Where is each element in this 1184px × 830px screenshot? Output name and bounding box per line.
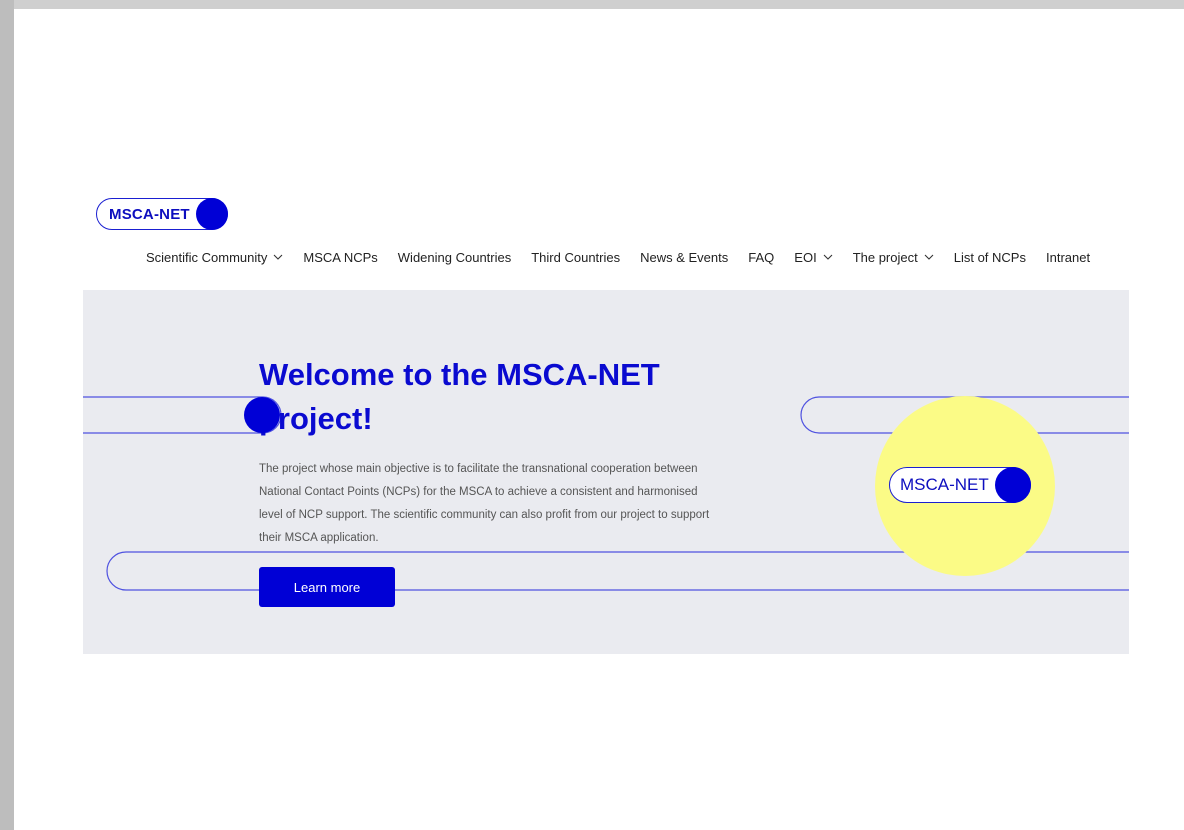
chevron-down-icon — [823, 254, 833, 260]
learn-more-button[interactable]: Learn more — [259, 567, 395, 607]
nav-item-label: List of NCPs — [953, 249, 1026, 265]
logo-text: MSCA-NET — [109, 205, 190, 223]
logo-text: MSCA-NET — [900, 475, 989, 494]
nav-item-the-project[interactable]: The project — [853, 250, 934, 265]
nav-item-faq[interactable]: FAQ — [748, 250, 774, 265]
logo-pill: MSCA-NET — [889, 467, 1031, 503]
nav-item-label: Third Countries — [531, 249, 621, 265]
nav-item-news-events[interactable]: News & Events — [640, 250, 728, 265]
hero-section: Welcome to the MSCA-NET project! The pro… — [83, 290, 1129, 654]
window-left-edge — [0, 0, 14, 830]
nav-item-list-of-ncps[interactable]: List of NCPs — [954, 250, 1026, 265]
nav-item-widening-countries[interactable]: Widening Countries — [398, 250, 511, 265]
nav-item-intranet[interactable]: Intranet — [1046, 250, 1090, 265]
window-top-edge — [0, 0, 1184, 9]
nav-item-scientific-community[interactable]: Scientific Community — [146, 250, 283, 265]
nav-item-label: FAQ — [748, 249, 775, 265]
logo-dot — [994, 467, 1031, 503]
nav-item-label: Scientific Community — [146, 249, 268, 265]
nav-item-third-countries[interactable]: Third Countries — [531, 250, 620, 265]
nav-item-msca-ncps[interactable]: MSCA NCPs — [303, 250, 377, 265]
hero-description: The project whose main objective is to f… — [259, 462, 710, 544]
hero-logo-badge: MSCA-NET — [889, 467, 1031, 503]
decorative-dot — [244, 397, 280, 433]
nav-item-label: MSCA NCPs — [303, 249, 378, 265]
nav-item-eoi[interactable]: EOI — [794, 249, 833, 265]
chevron-down-icon — [273, 254, 283, 260]
nav-item-label: EOI — [794, 249, 817, 265]
nav-item-label: Widening Countries — [397, 249, 512, 265]
logo-pill: MSCA-NET — [96, 198, 228, 230]
main-nav: Scientific Community MSCA NCPs Widening … — [146, 247, 1090, 267]
site-logo[interactable]: MSCA-NET — [96, 198, 228, 230]
nav-item-label: News & Events — [640, 249, 729, 265]
hero-title: Welcome to the MSCA-NET project! — [259, 356, 660, 436]
nav-item-label: Intranet — [1045, 249, 1091, 265]
chevron-down-icon — [924, 254, 934, 260]
nav-item-label: The project — [852, 249, 918, 265]
logo-dot — [195, 198, 228, 230]
